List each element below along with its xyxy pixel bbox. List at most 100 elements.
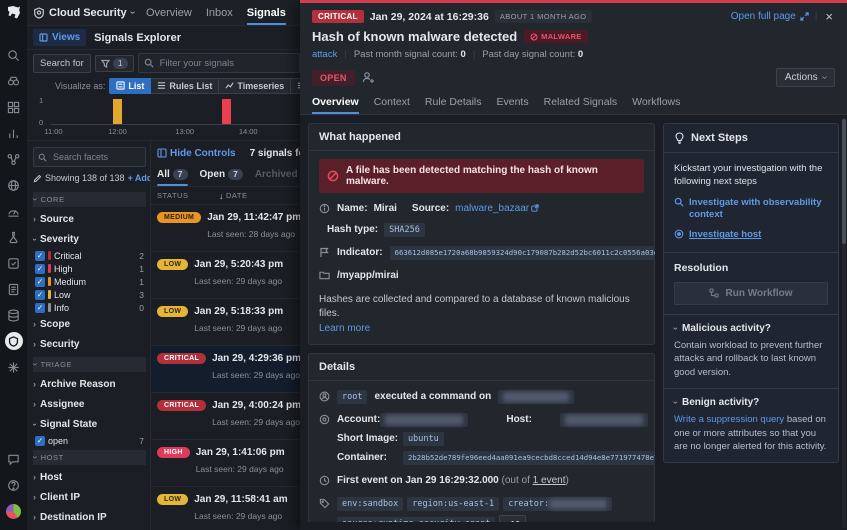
detail-tab-rule-details[interactable]: Rule Details [425,96,482,114]
facet-archive-reason[interactable]: › Archive Reason [33,374,146,394]
logs-icon[interactable] [0,276,27,302]
integrations-icon[interactable] [0,250,27,276]
actions-button[interactable]: Actions › [775,68,835,87]
detail-tab-overview[interactable]: Overview [312,96,359,114]
facet-host[interactable]: › Host [33,467,146,487]
column-date[interactable]: ↓ DATE [219,191,247,201]
next-step-link[interactable]: Investigate host [674,229,828,241]
views-button[interactable]: Views [33,29,87,46]
malware-source-link[interactable]: malware_bazaar [455,202,539,216]
signal-tag[interactable]: env:sandbox [337,497,404,511]
org-avatar-icon[interactable] [0,498,27,524]
more-tags-pill[interactable]: +16 [499,515,526,522]
database-icon[interactable] [0,302,27,328]
facet-signal-state[interactable]: ›Signal State [33,414,146,434]
hash-type-tag[interactable]: SHA256 [384,223,425,237]
next-step-link[interactable]: Investigate with observability context [674,197,828,222]
assign-user-icon[interactable] [362,71,375,84]
facet-option-low[interactable]: ✓ Low 3 [33,288,146,301]
datadog-logo-icon[interactable] [6,5,22,20]
monitors-icon[interactable] [0,198,27,224]
indicator-hash-tag[interactable]: 663612d085e1720a68b9859324d90c179087b282… [389,246,655,260]
facet-security[interactable]: › Security [33,334,146,354]
checkbox-checked-icon[interactable]: ✓ [35,435,45,446]
short-image-tag[interactable]: ubuntu [403,432,444,446]
checkbox-checked-icon[interactable]: ✓ [35,302,45,313]
signal-row[interactable]: CRITICAL Jan 29, 4:29:36 pm Last seen: 29 … [151,345,300,392]
suppression-query-link[interactable]: Write a suppression query [674,414,784,425]
nav-tab-overview[interactable]: Overview [146,0,192,25]
search-for-button[interactable]: Search for [33,53,91,73]
facet-option-open[interactable]: ✓ open 7 [33,434,146,447]
watchdog-icon[interactable] [0,68,27,94]
panel-scrollbar[interactable] [842,117,846,528]
facet-search-input[interactable] [51,151,141,163]
facet-option-critical[interactable]: ✓ Critical 2 [33,249,146,262]
chat-icon[interactable] [0,446,27,472]
signal-tag[interactable]: region:us-east-1 [407,497,500,511]
section-toggle[interactable]: › Benign activity? [671,397,828,408]
list-tab-open[interactable]: Open 7 [200,165,243,186]
learn-more-link[interactable]: Learn more [319,323,370,334]
nav-tab-inbox[interactable]: Inbox [206,0,233,25]
checkbox-checked-icon[interactable]: ✓ [35,289,45,300]
close-panel-icon[interactable]: × [823,9,835,24]
add-facet-button[interactable]: + Add [128,173,150,183]
facet-group-host[interactable]: ›HOST [33,450,146,465]
facet-option-high[interactable]: ✓ High 1 [33,262,146,275]
list-tab-archived[interactable]: Archived [255,165,298,186]
container-id-tag[interactable]: 2b28b52de789fe96eed4aa091ea9cecbd8cced14… [403,451,655,465]
detail-tab-workflows[interactable]: Workflows [632,96,680,114]
detail-tab-events[interactable]: Events [497,96,529,114]
facet-scope[interactable]: › Scope [33,314,146,334]
viz-chip-top-list[interactable]: Top List [291,77,300,94]
facet-severity[interactable]: ›Severity [33,229,146,249]
dashboards-icon[interactable] [0,94,27,120]
facet-option-info[interactable]: ✓ Info 0 [33,301,146,314]
facet-assignee[interactable]: › Assignee [33,394,146,414]
facet-source[interactable]: › Source [33,209,146,229]
chart-bar-low[interactable] [112,99,122,124]
pencil-icon[interactable] [33,174,42,183]
signal-row[interactable]: MEDIUM Jan 29, 11:42:47 pm Last seen: 28 d… [151,204,300,251]
apm-icon[interactable] [0,172,27,198]
facet-group-triage[interactable]: ›TRIAGE [33,357,146,372]
signal-state-badge[interactable]: OPEN [312,69,355,86]
run-workflow-button[interactable]: Run Workflow [674,281,828,305]
viz-chip-timeseries[interactable]: Timeseries [219,77,292,94]
facet-group-core[interactable]: ›CORE [33,192,146,207]
metrics-icon[interactable] [0,120,27,146]
signal-tag-creator[interactable]: creator: [503,497,613,511]
signal-row[interactable]: LOW Jan 29, 5:18:33 pm Last seen: 29 days … [151,298,300,345]
facet-destination-ip[interactable]: › Destination IP [33,507,146,527]
search-icon[interactable] [0,42,27,68]
signal-row[interactable]: HIGH Jan 29, 1:41:06 pm Last seen: 29 days… [151,439,300,486]
checkbox-checked-icon[interactable]: ✓ [35,250,45,261]
signal-row[interactable]: LOW Jan 29, 5:20:43 pm Last seen: 29 days … [151,251,300,298]
settings-icon[interactable] [0,354,27,380]
viz-chip-rules-list[interactable]: Rules List [151,77,220,94]
checkbox-checked-icon[interactable]: ✓ [35,276,45,287]
section-toggle[interactable]: › Malicious activity? [671,323,828,334]
actor-user-tag[interactable]: root [337,390,368,404]
product-switcher[interactable]: Cloud Security › [33,7,138,19]
signal-row[interactable]: CRITICAL Jan 29, 4:00:24 pm Last seen: 29 … [151,392,300,439]
facet-client-ip[interactable]: › Client IP [33,487,146,507]
facet-option-medium[interactable]: ✓ Medium 1 [33,275,146,288]
event-count-link[interactable]: 1 event [533,475,566,486]
filter-count-chip[interactable]: 1 [94,54,134,72]
checkbox-checked-icon[interactable]: ✓ [35,263,45,274]
signals-timeline-chart[interactable]: 1011:0012:0013:0014:0015:00 [33,96,300,138]
hide-controls-button[interactable]: Hide Controls [157,148,236,159]
signal-row[interactable]: LOW Jan 29, 11:58:41 am Last seen: 29 days… [151,486,300,530]
nav-tab-signals[interactable]: Signals [247,0,286,25]
signal-search-input[interactable] [157,56,294,70]
list-tab-all[interactable]: All 7 [157,165,188,186]
network-icon[interactable] [0,146,27,172]
viz-chip-list[interactable]: List [109,77,152,94]
attack-tag-link[interactable]: attack [312,49,337,60]
scrollbar-thumb[interactable] [842,119,846,244]
detail-tab-context[interactable]: Context [374,96,410,114]
ci-icon[interactable] [0,224,27,250]
detail-tab-related-signals[interactable]: Related Signals [544,96,618,114]
